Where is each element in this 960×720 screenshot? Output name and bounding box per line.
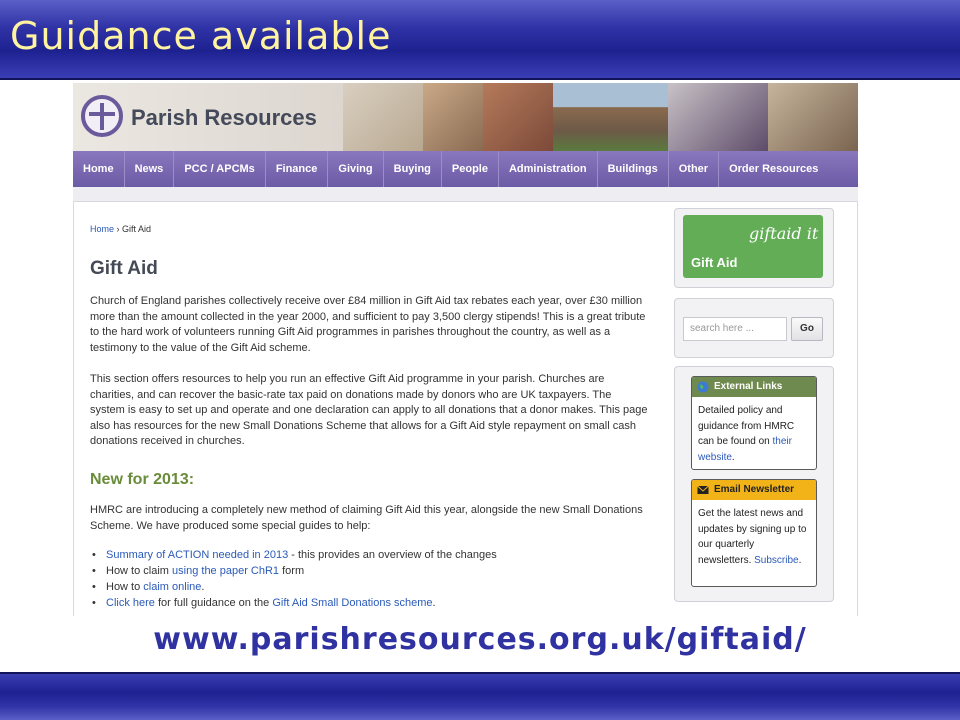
external-links-body: Detailed policy and guidance from HMRC c… xyxy=(698,405,795,463)
subscribe-link[interactable]: Subscribe xyxy=(754,555,798,566)
nav-pcc-apcms[interactable]: PCC / APCMs xyxy=(174,151,266,187)
external-links-header: External Links xyxy=(692,377,816,397)
list-item: How to claim online. xyxy=(90,579,650,595)
slide-title-bar: Guidance available xyxy=(0,0,960,80)
guides-list: Summary of ACTION needed in 2013 - this … xyxy=(90,547,650,611)
breadcrumb-home-link[interactable]: Home xyxy=(90,224,114,234)
website-screenshot: Parish Resources Home News PCC / APCMs F… xyxy=(73,83,858,616)
list-item: How to claim using the paper ChR1 form xyxy=(90,563,650,579)
site-header: Parish Resources xyxy=(73,83,858,151)
nav-giving[interactable]: Giving xyxy=(328,151,384,187)
volunteers-photo xyxy=(423,83,483,151)
nav-order-resources[interactable]: Order Resources xyxy=(719,151,828,187)
page-title: Gift Aid xyxy=(90,258,158,279)
nav-administration[interactable]: Administration xyxy=(499,151,598,187)
email-newsletter-header: Email Newsletter xyxy=(692,480,816,500)
claim-online-link[interactable]: claim online xyxy=(143,581,201,593)
search-input[interactable]: search here ... xyxy=(683,317,787,341)
nav-news[interactable]: News xyxy=(125,151,175,187)
section-paragraph: This section offers resources to help yo… xyxy=(90,373,648,447)
giftaid-label: Gift Aid xyxy=(691,255,738,270)
list-item: Click here for full guidance on the Gift… xyxy=(90,595,650,611)
hmrc-paragraph: HMRC are introducing a completely new me… xyxy=(90,504,643,532)
brand-name: Parish Resources xyxy=(131,105,317,130)
new-for-2013-heading: New for 2013: xyxy=(90,471,195,488)
search-box: search here ... Go xyxy=(674,298,834,358)
paper-chr1-link[interactable]: using the paper ChR1 xyxy=(172,565,279,577)
summary-action-link[interactable]: Summary of ACTION needed in 2013 xyxy=(106,549,288,561)
people-photo xyxy=(483,83,553,151)
links-box: External Links Detailed policy and guida… xyxy=(674,366,834,602)
brand-area[interactable]: Parish Resources xyxy=(73,83,343,151)
nav-buying[interactable]: Buying xyxy=(384,151,442,187)
email-newsletter-panel: Email Newsletter Get the latest news and… xyxy=(691,479,817,587)
small-donations-link[interactable]: Gift Aid Small Donations scheme xyxy=(272,597,432,609)
globe-icon xyxy=(697,381,709,393)
main-nav: Home News PCC / APCMs Finance Giving Buy… xyxy=(73,151,858,187)
main-content: Home › Gift Aid Gift Aid Church of Engla… xyxy=(73,201,858,616)
breadcrumb: Home › Gift Aid xyxy=(90,224,151,234)
nav-people[interactable]: People xyxy=(442,151,499,187)
nav-other[interactable]: Other xyxy=(669,151,720,187)
breadcrumb-current: Gift Aid xyxy=(122,224,152,234)
parish-logo-icon xyxy=(81,95,123,137)
slide-footer-bar xyxy=(0,672,960,720)
giftaid-it-mark: giftaid it xyxy=(749,224,819,243)
click-here-link[interactable]: Click here xyxy=(106,597,155,609)
breadcrumb-separator: › xyxy=(116,224,120,234)
list-item: Summary of ACTION needed in 2013 - this … xyxy=(90,547,650,563)
slide-title: Guidance available xyxy=(10,14,392,58)
nav-finance[interactable]: Finance xyxy=(266,151,329,187)
email-newsletter-body: Get the latest news and updates by signi… xyxy=(698,508,807,566)
nav-home[interactable]: Home xyxy=(73,151,125,187)
group-photo xyxy=(768,83,858,151)
intro-paragraph: Church of England parishes collectively … xyxy=(90,295,646,354)
envelope-icon xyxy=(697,485,709,494)
nav-buildings[interactable]: Buildings xyxy=(598,151,669,187)
money-photo xyxy=(343,83,423,151)
external-links-panel: External Links Detailed policy and guida… xyxy=(691,376,817,470)
search-go-button[interactable]: Go xyxy=(791,317,823,341)
church-photo xyxy=(553,83,668,151)
header-photo-banner xyxy=(343,83,858,151)
clergy-photo xyxy=(668,83,768,151)
slide-url: www.parishresources.org.uk/giftaid/ xyxy=(153,622,807,657)
giftaid-logo[interactable]: giftaid it Gift Aid xyxy=(683,215,823,278)
giftaid-box: giftaid it Gift Aid xyxy=(674,208,834,288)
